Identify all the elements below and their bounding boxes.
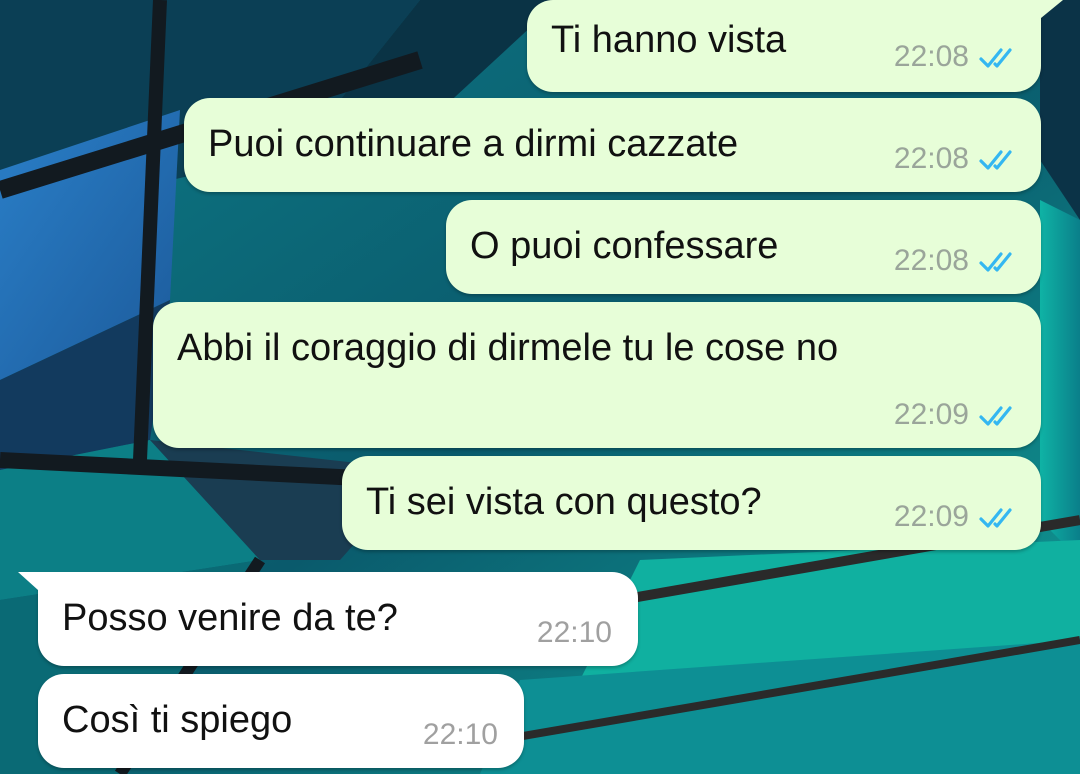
message-bubble-outgoing[interactable]: Ti hanno vista 22:08	[527, 0, 1063, 92]
message-time: 22:09	[893, 500, 969, 533]
message-bubble-incoming[interactable]: Posso venire da te? 22:10	[18, 572, 638, 666]
message-text: Abbi il coraggio di dirmele tu le cose n…	[177, 327, 839, 369]
bubble-tail	[1041, 0, 1063, 18]
double-check-read-icon	[979, 406, 1012, 426]
message-bubble-outgoing[interactable]: Ti sei vista con questo? 22:09	[342, 456, 1041, 550]
message-text: Così ti spiego	[62, 699, 293, 741]
message-bubble-incoming[interactable]: Così ti spiego 22:10	[38, 674, 524, 768]
double-check-read-icon	[979, 48, 1012, 68]
message-text: Ti sei vista con questo?	[366, 481, 762, 523]
message-time: 22:10	[536, 616, 612, 649]
double-check-read-icon	[979, 252, 1012, 272]
message-text: Ti hanno vista	[551, 19, 787, 61]
message-meta: 22:09	[894, 398, 1019, 432]
double-check-read-icon	[979, 150, 1012, 170]
message-meta: 22:10	[423, 718, 498, 752]
double-check-read-icon	[979, 508, 1012, 528]
message-meta: 22:08	[894, 244, 1019, 278]
message-bubble-outgoing[interactable]: Abbi il coraggio di dirmele tu le cose n…	[153, 302, 1041, 448]
message-text: O puoi confessare	[470, 225, 779, 267]
message-bubble-outgoing[interactable]: O puoi confessare 22:08	[446, 200, 1041, 294]
message-meta: 22:09	[894, 500, 1019, 534]
message-time: 22:09	[893, 398, 969, 431]
message-time: 22:08	[893, 142, 969, 175]
message-meta: 22:10	[537, 616, 612, 650]
message-time: 22:08	[893, 244, 969, 277]
message-time: 22:10	[422, 718, 498, 751]
message-meta: 22:08	[894, 142, 1019, 176]
message-text: Puoi continuare a dirmi cazzate	[208, 123, 739, 165]
message-meta: 22:08	[894, 40, 1019, 74]
message-text: Posso venire da te?	[62, 597, 398, 639]
message-time: 22:08	[893, 40, 969, 73]
bubble-tail	[18, 572, 38, 590]
message-bubble-outgoing[interactable]: Puoi continuare a dirmi cazzate 22:08	[184, 98, 1041, 192]
conversation: Ti hanno vista 22:08 Puoi continuare a d…	[0, 0, 1080, 774]
